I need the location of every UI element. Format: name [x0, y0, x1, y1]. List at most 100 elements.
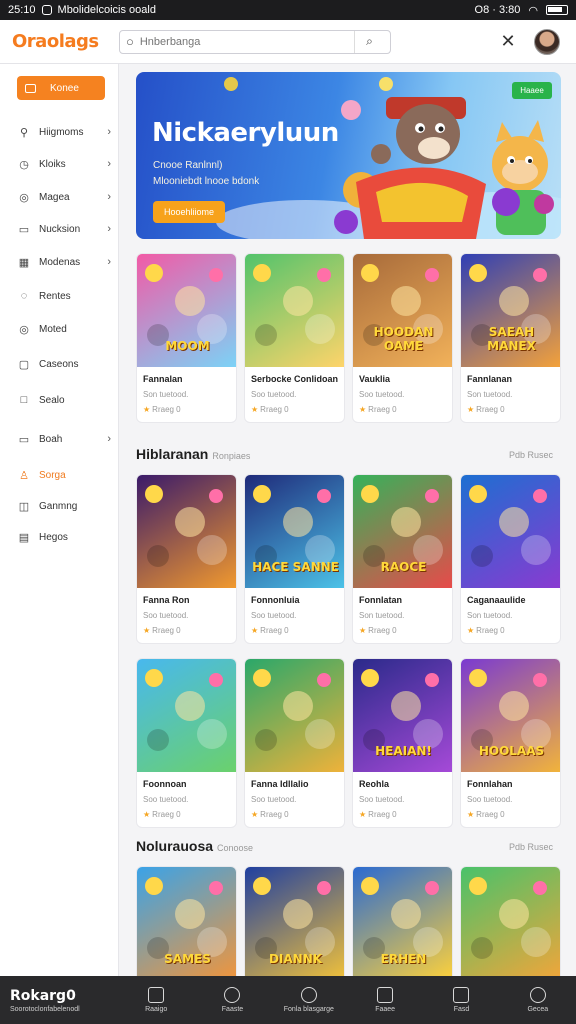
game-title: Caganaaulide — [467, 595, 526, 605]
sidebar-item-label: Nucksion — [39, 223, 81, 235]
thumbnail-decoration — [361, 264, 379, 282]
game-title: Fonnlahan — [467, 779, 513, 789]
search-button[interactable]: ⌕ — [354, 30, 384, 53]
thumbnail-decoration — [283, 691, 313, 721]
game-card[interactable] — [460, 866, 561, 976]
rating-value: Rraeg 0 — [368, 626, 397, 635]
sidebar-item-4[interactable]: ▦ Modenas › — [17, 252, 111, 272]
game-description: Soo tuetood. — [143, 795, 189, 804]
section-see-more-link[interactable]: Pdb Rusec — [509, 842, 553, 852]
game-card[interactable]: Foonnoan Soo tuetood. ★ Rraeg 0 — [136, 658, 237, 828]
hero-banner[interactable]: Nickaeryluun Cnooe Ranlnnl) Mlooniebdt l… — [136, 72, 561, 239]
game-rating: ★ Rraeg 0 — [143, 626, 181, 635]
thumbnail-decoration — [521, 535, 551, 565]
square-icon — [453, 987, 470, 1003]
star-icon: ★ — [251, 626, 259, 635]
game-card[interactable]: Fanna Idllalio Soo tuetood. ★ Rraeg 0 — [244, 658, 345, 828]
game-rating: ★ Rraeg 0 — [143, 810, 181, 819]
game-card[interactable]: HEAIAN! Reohla Soo tuetood. ★ Rraeg 0 — [352, 658, 453, 828]
thumbnail-art-text: ERHEN — [380, 952, 427, 966]
game-rating: ★ Rraeg 0 — [251, 810, 289, 819]
chevron-right-icon: › — [107, 191, 111, 203]
game-card[interactable]: ERHEN — [352, 866, 453, 976]
sidebar-item-11[interactable]: ◫ Ganmng — [17, 496, 111, 516]
section-tag: Conoose — [217, 843, 254, 853]
thumbnail-decoration — [147, 729, 169, 751]
game-description: Soo tuetood. — [467, 795, 513, 804]
game-card[interactable]: SAEAH MANEX Fannlanan Son tuetood. ★ Rraeg 0 — [460, 253, 561, 423]
sidebar: Konee ⚲ Hiigmoms › ◷ Kloiks › ◎ Magea › ▭ Nucksion… — [0, 64, 119, 976]
thumbnail-art-text: DIANNK — [268, 952, 323, 966]
rating-value: Rraeg 0 — [260, 405, 289, 414]
clock-icon: ◷ — [19, 158, 29, 171]
sidebar-item-home[interactable]: Konee — [17, 76, 105, 100]
thumbnail-decoration — [533, 673, 547, 687]
sidebar-item-7[interactable]: ▢ Caseons — [17, 354, 111, 374]
game-card[interactable]: RAOCE Fonnlatan Son tuetood. ★ Rraeg 0 — [352, 474, 453, 644]
app-logo[interactable]: Oraolags — [12, 31, 117, 52]
folder-icon: ▭ — [18, 433, 30, 446]
bottom-nav-item-4[interactable]: Fasd — [423, 987, 499, 1013]
close-icon[interactable]: ✕ — [496, 31, 520, 52]
bottom-nav-label: Faaste — [221, 1006, 244, 1013]
thumbnail-decoration — [361, 669, 379, 687]
bottom-nav: Rokarg0 Soorotoclonfabelenodl Raaigo Faas… — [0, 976, 576, 1024]
star-icon: ★ — [143, 626, 151, 635]
sidebar-item-0[interactable]: ⚲ Hiigmoms › — [17, 122, 111, 142]
game-card[interactable]: DIANNK — [244, 866, 345, 976]
sidebar-item-2[interactable]: ◎ Magea › — [17, 187, 111, 207]
bottom-nav-item-1[interactable]: Faaste — [194, 987, 270, 1013]
sidebar-item-label: Modenas — [39, 256, 81, 268]
game-thumbnail — [461, 475, 560, 588]
search-input[interactable] — [139, 35, 354, 48]
section-see-more-link[interactable]: Pdb Rusec — [509, 450, 553, 460]
thumbnail-decoration — [197, 535, 227, 565]
rating-value: Rraeg 0 — [368, 810, 397, 819]
thumbnail-decoration — [147, 545, 169, 567]
rating-value: Rraeg 0 — [152, 810, 181, 819]
notification-icon — [41, 5, 52, 15]
sidebar-item-12[interactable]: ▤ Hegos — [17, 527, 111, 547]
game-description: Soo tuetood. — [251, 795, 297, 804]
search-box[interactable]: ○ ⌕ — [119, 29, 391, 54]
status-notification: Mbolidelcoicis ooald — [57, 4, 156, 16]
game-rating: ★ Rraeg 0 — [359, 405, 397, 414]
game-thumbnail: HOOLAAS — [461, 659, 560, 772]
game-thumbnail — [245, 659, 344, 772]
sidebar-item-1[interactable]: ◷ Kloiks › — [17, 154, 111, 174]
bottom-brand[interactable]: Rokarg0 Soorotoclonfabelenodl — [0, 988, 118, 1013]
sidebar-item-5[interactable]: ◌ Rentes — [17, 286, 111, 306]
game-card[interactable]: MOOM Fannalan Son tuetood. ★ Rraeg 0 — [136, 253, 237, 423]
bottom-nav-item-2[interactable]: Fonla blasgarge — [271, 987, 347, 1013]
status-right-text: O8 · 3:80 — [474, 4, 521, 16]
game-thumbnail: SAMES — [137, 867, 236, 976]
game-card[interactable]: Serbocke Conlidoan Soo tuetood. ★ Rraeg 0 — [244, 253, 345, 423]
circle-icon: ◎ — [19, 191, 29, 204]
hero-cta-button[interactable]: Hooehliiome — [153, 201, 225, 223]
game-card[interactable]: Caganaaulide Son tuetood. ★ Rraeg 0 — [460, 474, 561, 644]
game-card[interactable]: HOODAN OAME Vauklia Soo tuetood. ★ Rraeg 0 — [352, 253, 453, 423]
bottom-nav-item-5[interactable]: Gecea — [500, 987, 576, 1013]
bottom-nav-item-3[interactable]: Faaee — [347, 987, 423, 1013]
sidebar-item-8[interactable]: □ Sealo — [17, 390, 111, 410]
avatar[interactable] — [534, 28, 560, 55]
game-card[interactable]: SAMES — [136, 866, 237, 976]
thumbnail-decoration — [425, 268, 439, 282]
thumbnail-decoration — [175, 286, 205, 316]
game-description: Son tuetood. — [467, 611, 513, 620]
sidebar-item-3[interactable]: ▭ Nucksion › — [17, 219, 111, 239]
star-icon: ★ — [143, 810, 151, 819]
game-card[interactable]: Fanna Ron Soo tuetood. ★ Rraeg 0 — [136, 474, 237, 644]
thumbnail-decoration — [471, 545, 493, 567]
game-card[interactable]: HOOLAAS Fonnlahan Soo tuetood. ★ Rraeg 0 — [460, 658, 561, 828]
sidebar-item-10[interactable]: ♙ Sorga — [17, 465, 111, 485]
sidebar-item-6[interactable]: ◎ Moted — [17, 319, 111, 339]
box-icon: □ — [20, 394, 28, 406]
bottom-nav-label: Raaigo — [145, 1006, 168, 1013]
game-card[interactable]: HACE SANNE Fonnonluia Soo tuetood. ★ Rraeg 0 — [244, 474, 345, 644]
sidebar-item-9[interactable]: ▭ Boah › — [17, 429, 111, 449]
bottom-nav-item-0[interactable]: Raaigo — [118, 987, 194, 1013]
thumbnail-decoration — [255, 324, 277, 346]
thumbnail-decoration — [391, 286, 421, 316]
game-thumbnail: ERHEN — [353, 867, 452, 976]
